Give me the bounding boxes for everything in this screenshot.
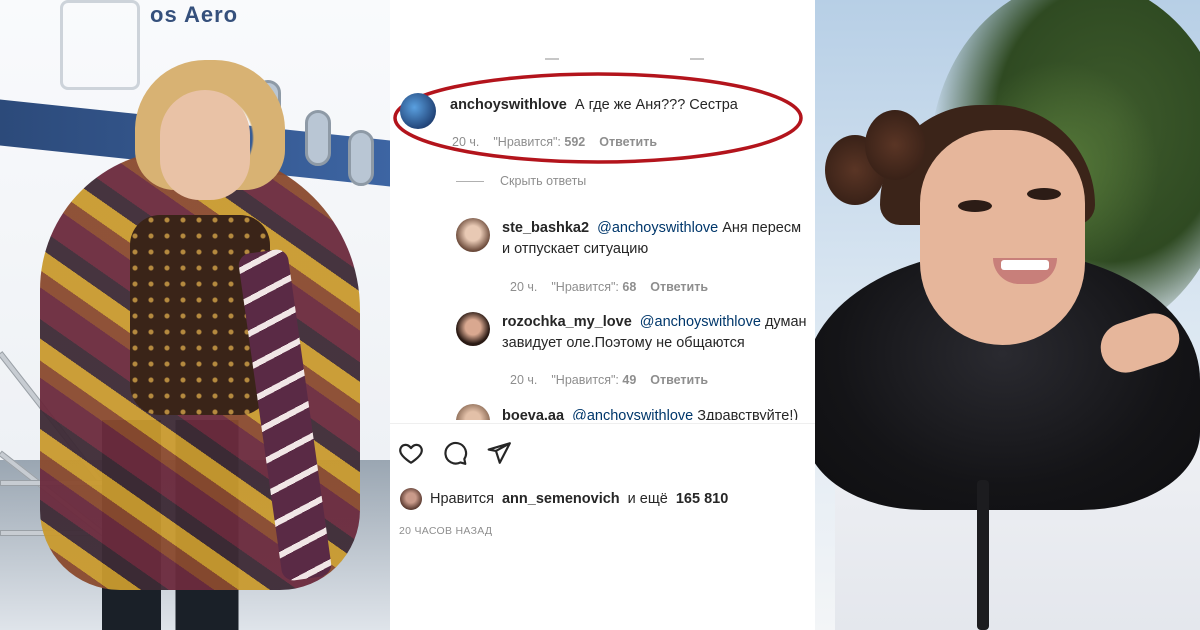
reply-body-line2: завидует оле.Поэтому не общаются xyxy=(502,335,745,351)
plane-door xyxy=(60,0,140,90)
liker-username[interactable]: ann_semenovich xyxy=(502,491,620,507)
plane-window xyxy=(305,110,331,166)
reply-button[interactable]: Ответить xyxy=(650,280,708,294)
woman-face xyxy=(160,90,250,200)
likes-prefix: Нравится xyxy=(430,491,494,507)
reply-body-line1: Аня пересм xyxy=(722,220,802,236)
instagram-comments-screenshot: anchoyswithlove А где же Аня??? Сестра 2… xyxy=(390,0,815,630)
plane-window xyxy=(348,130,374,186)
reply-mention[interactable]: @anchoyswithlove xyxy=(572,408,693,420)
avatar[interactable] xyxy=(456,218,490,252)
reply-body-line1: думан xyxy=(764,314,807,330)
reply-meta: 20 ч. "Нравится": 49 Ответить xyxy=(510,373,708,387)
post-timestamp: 20 ЧАСОВ НАЗАД xyxy=(399,525,493,537)
comment-time: 20 ч. xyxy=(452,135,480,149)
liker-avatar[interactable] xyxy=(400,488,422,510)
reply-likes[interactable]: "Нравится": 68 xyxy=(551,280,636,294)
teeth xyxy=(1001,260,1049,270)
reply-time: 20 ч. xyxy=(510,280,538,294)
heart-icon[interactable] xyxy=(398,440,424,466)
reply-time: 20 ч. xyxy=(510,373,538,387)
reply-button[interactable]: Ответить xyxy=(599,135,657,149)
reply-likes[interactable]: "Нравится": 49 xyxy=(551,373,636,387)
divider xyxy=(390,423,815,424)
reply-mention[interactable]: @anchoyswithlove xyxy=(597,220,718,236)
plane-brand-text: os Aero xyxy=(150,2,239,27)
reply: boeva.aa @anchoyswithlove Здравствуйте!) xyxy=(456,404,798,420)
avatar[interactable] xyxy=(456,312,490,346)
comment-likes[interactable]: "Нравится": 592 xyxy=(493,135,585,149)
comment-body: А где же Аня??? Сестра xyxy=(574,97,738,113)
reply-body-line1: Здравствуйте!) xyxy=(697,408,799,420)
reply-text: rozochka_my_love @anchoyswithlove думан … xyxy=(502,312,807,354)
scroll-hint xyxy=(690,58,704,60)
comment-text: anchoyswithlove А где же Аня??? Сестра xyxy=(450,95,738,116)
reply-username[interactable]: boeva.aa xyxy=(502,408,564,420)
post-action-bar xyxy=(398,440,512,466)
hair-bun xyxy=(865,110,925,180)
woman-face xyxy=(920,130,1085,345)
comment: anchoyswithlove А где же Аня??? Сестра xyxy=(400,93,738,129)
reply-mention[interactable]: @anchoyswithlove xyxy=(640,314,761,330)
reply-username[interactable]: ste_bashka2 xyxy=(502,220,589,236)
hide-replies-button[interactable]: Скрыть ответы xyxy=(456,174,586,188)
divider-line xyxy=(456,180,484,182)
reply-button[interactable]: Ответить xyxy=(650,373,708,387)
reply-clip: boeva.aa @anchoyswithlove Здравствуйте!) xyxy=(390,400,815,420)
jacket-zipper xyxy=(977,480,989,630)
reply: rozochka_my_love @anchoyswithlove думан … xyxy=(456,312,807,354)
reply-text: ste_bashka2 @anchoyswithlove Аня пересм … xyxy=(502,218,801,260)
likes-count[interactable]: 165 810 xyxy=(676,491,728,507)
likes-summary[interactable]: Нравится ann_semenovich и ещё 165 810 xyxy=(400,488,728,510)
scroll-hint xyxy=(545,58,559,60)
reply-body-line2: и отпускает ситуацию xyxy=(502,241,649,257)
comment-icon[interactable] xyxy=(442,440,468,466)
left-photo: os Aero xyxy=(0,0,390,630)
paper-plane-icon[interactable] xyxy=(486,440,512,466)
right-photo xyxy=(815,0,1200,630)
reply: ste_bashka2 @anchoyswithlove Аня пересм … xyxy=(456,218,801,260)
avatar[interactable] xyxy=(456,404,490,420)
comment-meta: 20 ч. "Нравится": 592 Ответить xyxy=(452,135,657,149)
eye xyxy=(1027,188,1061,200)
comment-username[interactable]: anchoyswithlove xyxy=(450,97,567,113)
eye xyxy=(958,200,992,212)
reply-username[interactable]: rozochka_my_love xyxy=(502,314,632,330)
avatar[interactable] xyxy=(400,93,436,129)
hide-replies-label: Скрыть ответы xyxy=(500,174,587,188)
reply-meta: 20 ч. "Нравится": 68 Ответить xyxy=(510,280,708,294)
likes-suffix: и ещё xyxy=(627,491,668,507)
